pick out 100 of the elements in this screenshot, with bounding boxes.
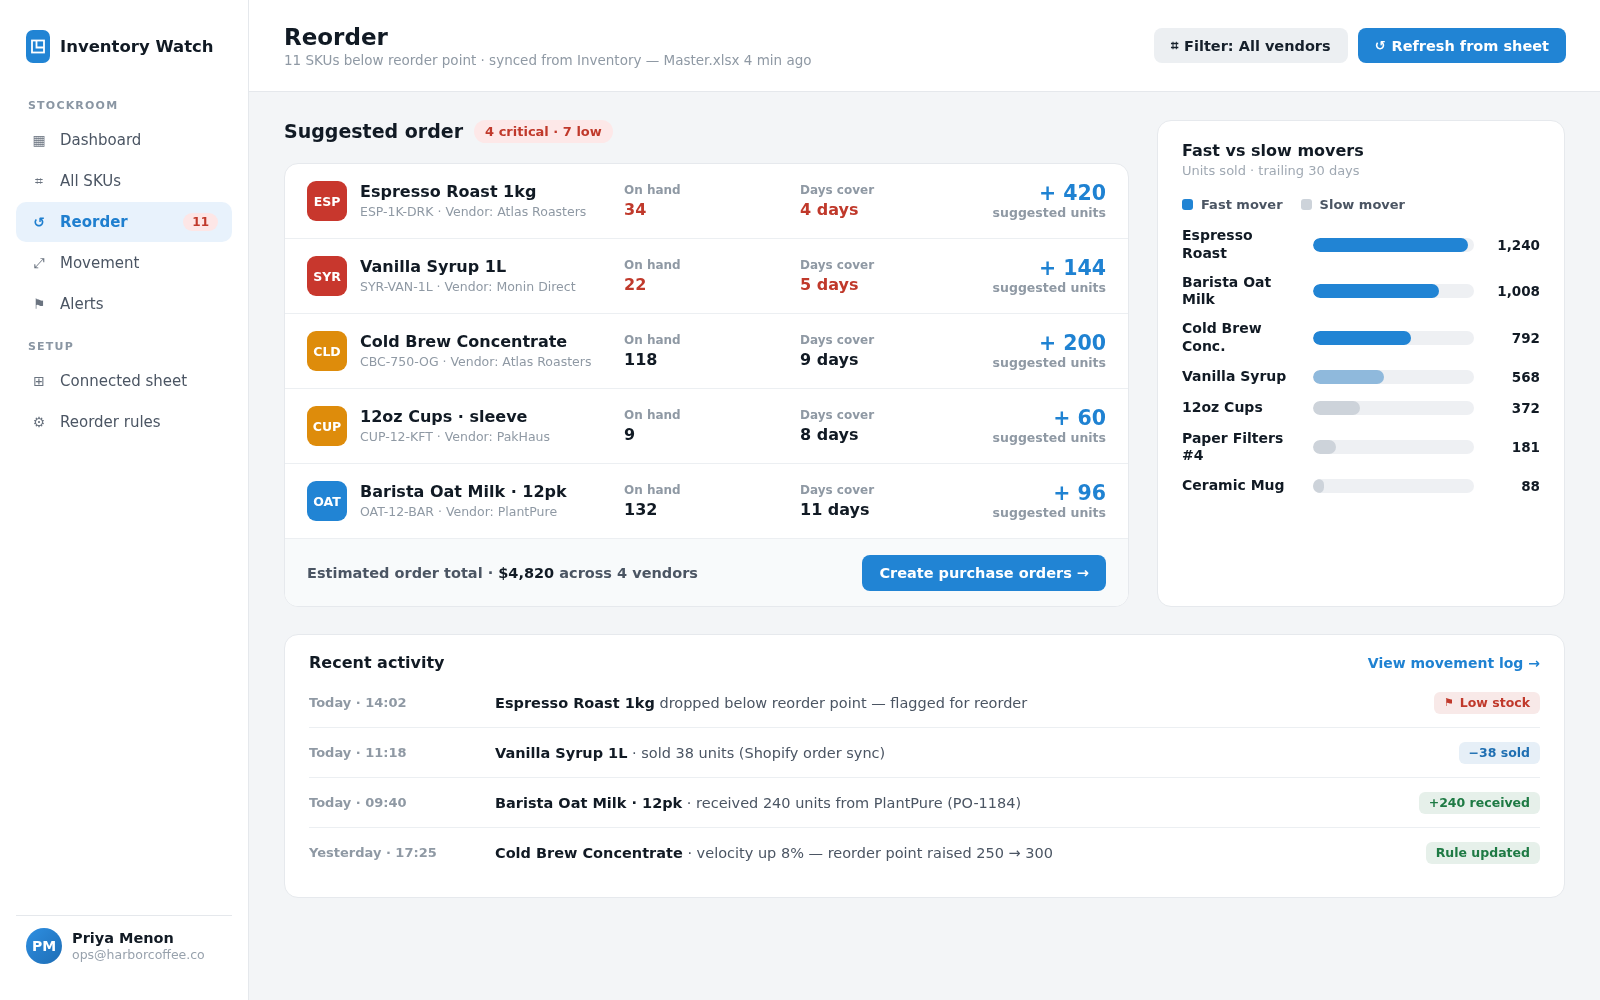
units-value: 792 [1510,329,1540,346]
page-subtitle: 11 SKUs below reorder point · synced from Inventory — Master.xlsx 4 min ago [284,50,812,69]
create-orders-button[interactable]: Create purchase orders → [862,554,1106,591]
status-label: Low stock [1459,694,1530,711]
sku-badge: SYR [307,256,347,296]
page-title: Reorder [284,22,389,51]
item-name: Espresso Roast 1kg [360,182,538,202]
suggested-caption: suggested units [992,205,1106,221]
suggested-caption: suggested units [992,430,1106,446]
on-hand-value: 9 [624,425,637,445]
legend-label: Fast mover [1201,196,1283,212]
field-label: On hand [624,482,682,498]
grid-icon: ▦ [31,132,47,148]
activity-text: Vanilla Syrup 1L · sold 38 units (Shopify order sync) [495,744,887,761]
product-label: Ceramic Mug [1182,477,1286,495]
units-value: 372 [1510,400,1540,416]
section-heading: SETUP [27,340,75,354]
user-avatar: PM [26,928,62,964]
sku-badge: ESP [307,181,347,221]
field-label: Days cover [800,332,876,348]
nav-item[interactable]: ⤢ Movement [16,243,232,283]
refresh-button[interactable]: ↺ Refresh from sheet [1357,28,1566,63]
suggested-quantity: + 420 [1038,181,1106,205]
hash-icon: ⌗ [31,172,47,190]
activity-time: Today · 09:40 [309,795,408,810]
activity-text: Espresso Roast 1kg dropped below reorder point — flagged for reorder [495,694,1029,711]
field-label: On hand [624,332,682,348]
gear-icon: ⚙ [31,414,47,430]
nav-item[interactable]: ▦ Dashboard [16,120,232,160]
refresh-icon: ↺ [1374,38,1386,53]
field-label: Days cover [800,182,876,198]
item-name: Barista Oat Milk · 12pk [360,482,568,502]
suggested-caption: suggested units [992,505,1106,521]
section-heading: STOCKROOM [27,99,120,113]
days-cover-value: 9 days [800,350,860,370]
product-label: Espresso Roast [1182,227,1254,262]
product-label: Paper Filters #4 [1182,429,1285,465]
activity-text: Barista Oat Milk · 12pk · received 240 units from PlantPure (PO-1184) [495,794,1023,811]
field-label: On hand [624,407,682,423]
hash-icon: ⌗ [1171,37,1179,54]
product-label: Cold Brew Conc. [1182,320,1263,355]
suggested-quantity: + 60 [1053,406,1106,430]
field-label: On hand [624,182,682,198]
app-title: Inventory Watch [60,37,214,56]
product-label: Vanilla Syrup [1182,367,1288,386]
squared-plus-icon: ⊞ [31,373,47,389]
nav-item[interactable]: ↺ Reorder 11 [16,202,232,242]
suggested-caption: suggested units [992,355,1106,371]
field-label: Days cover [800,407,876,423]
card-title: Fast vs slow movers [1182,141,1365,161]
flag-icon: ⚑ [31,296,47,312]
suggested-caption: suggested units [992,280,1106,296]
refresh-icon: ↺ [31,214,47,230]
suggested-quantity: + 96 [1053,481,1106,505]
units-value: 1,008 [1496,283,1540,299]
on-hand-value: 132 [624,500,659,520]
activity-time: Today · 11:18 [309,745,408,760]
sku-badge: CLD [307,331,347,371]
status-label: −38 sold [1468,744,1530,761]
nav-item[interactable]: ⌗ All SKUs [16,161,232,201]
days-cover-value: 8 days [800,425,860,445]
nav-item[interactable]: ⚙ Reorder rules [16,402,232,442]
days-cover-value: 4 days [800,200,860,220]
section-title: Suggested order [284,120,464,142]
status-label: +240 received [1428,794,1530,811]
sku-badge: OAT [307,481,347,521]
item-meta: CBC-750-OG · Vendor: Atlas Roasters [360,354,593,370]
product-label: Barista Oat Milk [1182,273,1273,309]
expand-arrows-icon: ⤢ [31,254,47,272]
units-value: 181 [1510,439,1540,455]
days-cover-value: 5 days [800,275,860,295]
suggested-quantity: + 144 [1038,256,1106,280]
item-name: 12oz Cups · sleeve [360,407,529,427]
on-hand-value: 22 [624,275,648,295]
status-summary: 4 critical · 7 low [474,119,613,143]
product-label: 12oz Cups [1182,399,1264,417]
item-meta: OAT-12-BAR · Vendor: PlantPure [360,504,559,520]
field-label: Days cover [800,482,876,498]
field-label: Days cover [800,257,876,273]
nav-item[interactable]: ⚑ Alerts [16,284,232,324]
flag-icon: ⚑ [1443,694,1454,711]
field-label: On hand [624,257,682,273]
legend-label: Slow mover [1319,196,1406,212]
on-hand-value: 118 [624,350,659,370]
user-email: ops@harborcoffee.co [72,947,205,963]
movement-log-link[interactable]: View movement log → [1367,655,1540,671]
logo-icon [26,30,50,63]
nav-item[interactable]: ⊞ Connected sheet [16,361,232,401]
order-total: Estimated order total · $4,820 across 4 vendors [307,564,698,581]
status-label: Rule updated [1435,844,1530,861]
activity-time: Today · 14:02 [309,695,408,710]
item-name: Cold Brew Concentrate [360,332,569,352]
item-meta: SYR-VAN-1L · Vendor: Monin Direct [360,279,577,295]
suggested-quantity: + 200 [1038,331,1106,355]
units-value: 1,240 [1496,236,1540,253]
filter-button[interactable]: ⌗ Filter: All vendors [1154,28,1348,63]
sku-badge: CUP [307,406,347,446]
on-hand-value: 34 [624,200,648,220]
activity-text: Cold Brew Concentrate · velocity up 8% — reorder point raised 250 → 300 [495,844,1054,861]
item-meta: ESP-1K-DRK · Vendor: Atlas Roasters [360,204,588,220]
